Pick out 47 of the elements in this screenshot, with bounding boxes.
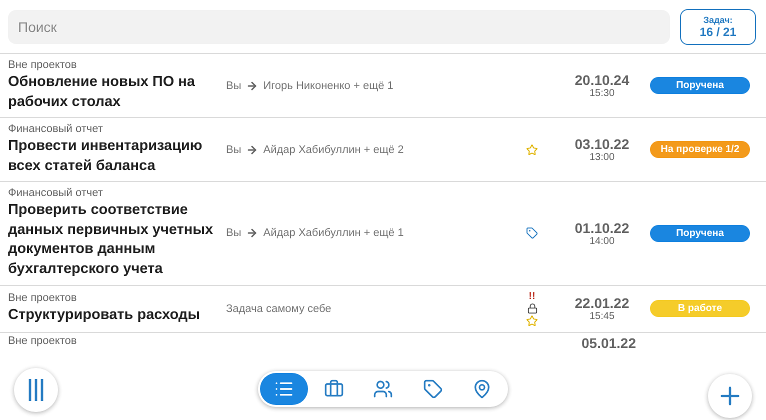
arrow-icon (246, 144, 258, 156)
task-time: 15:45 (589, 311, 615, 322)
project-label: Вне проектов (8, 59, 78, 71)
project-label: Вне проектов (8, 334, 77, 348)
priority-mark: !! (528, 290, 536, 302)
assigner-name: Вы (226, 227, 242, 240)
status-badge: В работе (650, 300, 750, 317)
tag-icon (526, 227, 538, 240)
search-field[interactable]: Поиск (8, 10, 670, 44)
status-badge: На проверке 1/2 (650, 141, 750, 158)
nav-tab[interactable] (260, 373, 308, 405)
lock-icon (526, 302, 538, 314)
assignee-name: Айдар Хабибуллин + ещё 2 (263, 144, 404, 156)
status-badge: Поручена (650, 224, 750, 242)
task-title[interactable]: Обновление новых ПО на рабочих столах (8, 73, 220, 112)
assigner-name: Вы (226, 144, 242, 156)
star-icon (526, 314, 538, 326)
task-date: 03.10.22 (574, 136, 630, 152)
star-icon (526, 144, 538, 156)
assignee-name: Игорь Никоненко + ещё 1 (263, 80, 394, 92)
tag-icon (422, 379, 442, 399)
task-date: 05.01.22 (582, 334, 636, 350)
users-icon (373, 379, 393, 399)
briefcase-icon (324, 379, 344, 399)
columns-icon (27, 378, 45, 402)
assignee-name: Задача самому себе (226, 302, 332, 314)
task-title[interactable]: Структурировать расходы (8, 306, 220, 326)
task-time: 13:00 (589, 152, 615, 164)
arrow-icon (246, 80, 258, 92)
project-label: Финансовый отчет (8, 187, 104, 200)
assigner-name: Вы (226, 80, 242, 92)
task-time: 14:00 (589, 236, 615, 247)
status-badge: Поручена (650, 77, 750, 94)
task-counter: Задач: 16 / 21 (680, 9, 756, 45)
add-button[interactable] (708, 374, 752, 418)
task-title[interactable]: Проверить соответствие данных первичных учетных документов данным бухгалтерского учета (8, 201, 220, 280)
task-time: 15:30 (589, 88, 615, 100)
arrow-icon (246, 227, 258, 240)
task-date: 01.10.22 (574, 220, 630, 236)
assignee-name: Айдар Хабибуллин + ещё 1 (263, 227, 404, 240)
project-label: Вне проектов (8, 292, 78, 304)
task-title[interactable]: Провести инвентаризацию всех статей баланса (8, 137, 220, 176)
task-date: 20.10.24 (574, 72, 630, 88)
task-date: 22.01.22 (574, 295, 630, 311)
columns-button[interactable] (14, 368, 58, 412)
project-label: Финансовый отчет (8, 123, 104, 136)
map-pin-icon (472, 379, 492, 399)
